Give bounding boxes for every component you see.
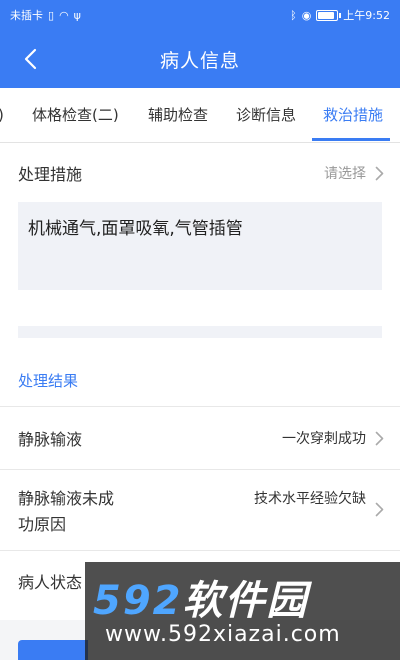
treatment-selected-text[interactable]: 机械通气,面罩吸氧,气管插管 <box>18 202 382 290</box>
watermark-url: www.592xiazai.com <box>105 622 341 647</box>
tab-bar: ) 体格检查(二) 辅助检查 诊断信息 救治措施 <box>0 88 400 143</box>
clock-text: 上午9:52 <box>343 9 390 22</box>
location-icon: ◉ <box>301 8 312 22</box>
chevron-right-icon <box>375 431 384 446</box>
tab-physical-exam-1[interactable]: ) <box>0 88 4 142</box>
page-title: 病人信息 <box>159 49 240 72</box>
chevron-right-icon <box>375 166 384 181</box>
treatment-label: 处理措施 <box>18 165 83 184</box>
tab-diagnosis-info[interactable]: 诊断信息 <box>236 88 296 142</box>
iv-failure-reason-row[interactable]: 静脉输液未成 功原因 技术水平经验欠缺 <box>0 470 400 550</box>
iv-failure-reason-label-line1: 静脉输液未成 <box>18 489 115 508</box>
treatment-select-row[interactable]: 处理措施 请选择 <box>0 150 400 196</box>
back-arrow-icon <box>24 48 37 70</box>
tab-treatment-measures[interactable]: 救治措施 <box>323 88 383 142</box>
title-bar: 病人信息 <box>0 30 400 88</box>
bluetooth-icon: ᛒ <box>290 8 297 22</box>
status-left: 未插卡 ▯ ◠ ψ <box>10 7 81 23</box>
tab-auxiliary-exam[interactable]: 辅助检查 <box>148 88 208 142</box>
chevron-right-icon <box>375 502 384 517</box>
back-button[interactable] <box>14 42 46 76</box>
usb-icon: ψ <box>73 8 81 22</box>
tab-physical-exam-2[interactable]: 体格检查(二) <box>32 88 119 142</box>
status-bar: 未插卡 ▯ ◠ ψ ᛒ ◉ 上午9:52 <box>0 0 400 30</box>
sim-icon: ▯ <box>48 8 55 22</box>
watermark-number: 592 <box>93 578 183 624</box>
watermark: 592软件园 www.592xiazai.com <box>85 562 400 660</box>
tab-indicator <box>312 138 390 141</box>
treatment-placeholder: 请选择 <box>324 166 366 182</box>
iv-failure-reason-label-line2: 功原因 <box>18 515 67 534</box>
watermark-logo: 592软件园 <box>93 568 309 626</box>
carrier-text: 未插卡 <box>10 9 43 22</box>
treatment-notes-input[interactable] <box>18 326 382 338</box>
iv-infusion-value: 一次穿刺成功 <box>282 431 366 447</box>
battery-icon <box>316 9 342 21</box>
bottom-action-button[interactable] <box>18 640 88 660</box>
watermark-brand: 软件园 <box>182 578 309 624</box>
patient-status-label: 病人状态 <box>18 573 83 592</box>
iv-infusion-row[interactable]: 静脉输液 一次穿刺成功 <box>0 407 400 469</box>
iv-failure-reason-label: 静脉输液未成 功原因 <box>18 486 114 538</box>
iv-infusion-label: 静脉输液 <box>18 430 83 449</box>
result-section-title: 处理结果 <box>18 372 79 390</box>
iv-failure-reason-value: 技术水平经验欠缺 <box>254 491 366 507</box>
status-right: ᛒ ◉ 上午9:52 <box>290 7 390 23</box>
wifi-icon: ◠ <box>59 8 69 22</box>
